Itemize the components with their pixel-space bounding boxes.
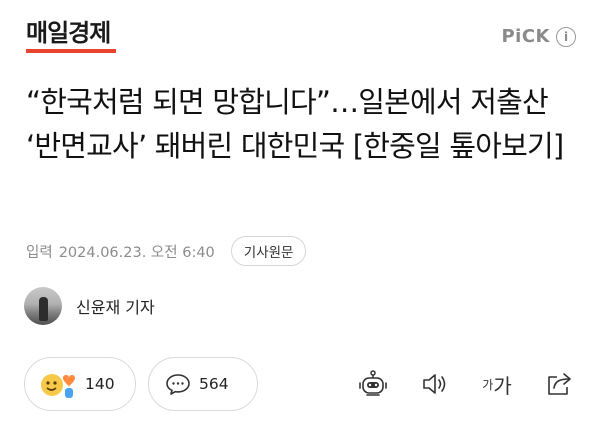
original-article-button[interactable]: 기사원문 <box>230 236 307 266</box>
reaction-emoji-icon <box>39 369 77 399</box>
header: 매일경제 PiCK i <box>0 0 600 66</box>
reaction-count: 140 <box>85 375 115 393</box>
article-headline: “한국처럼 되면 망합니다”…일본에서 저출산 ‘반면교사’ 돼버린 대한민국 … <box>26 85 564 163</box>
robot-summary-icon[interactable] <box>358 369 388 399</box>
font-size-icon[interactable]: 가가 <box>482 369 512 399</box>
pick-label: PiCK <box>501 26 550 47</box>
author-name: 신윤재 기자 <box>76 298 155 317</box>
pick-badge[interactable]: PiCK i <box>501 26 576 47</box>
share-icon[interactable] <box>544 369 574 399</box>
action-bar: 140 564 가 가 <box>24 357 580 413</box>
reaction-button[interactable]: 140 <box>24 357 136 411</box>
speaker-icon[interactable] <box>420 369 450 399</box>
comment-icon <box>165 372 191 396</box>
publisher-logo[interactable]: 매일경제 <box>26 20 111 46</box>
comment-count: 564 <box>199 375 229 393</box>
info-icon[interactable]: i <box>556 26 576 47</box>
logo-underline <box>26 49 116 53</box>
author-avatar <box>24 287 62 325</box>
author-row[interactable]: 신윤재 기자 <box>24 287 155 325</box>
comment-button[interactable]: 564 <box>148 357 258 411</box>
article-tools: 가가 <box>326 369 574 399</box>
published-date: 2024.06.23. 오전 6:40 <box>58 244 215 261</box>
article-meta: 입력 2024.06.23. 오전 6:40 기사원문 <box>26 236 307 266</box>
published-label: 입력 <box>26 244 53 261</box>
